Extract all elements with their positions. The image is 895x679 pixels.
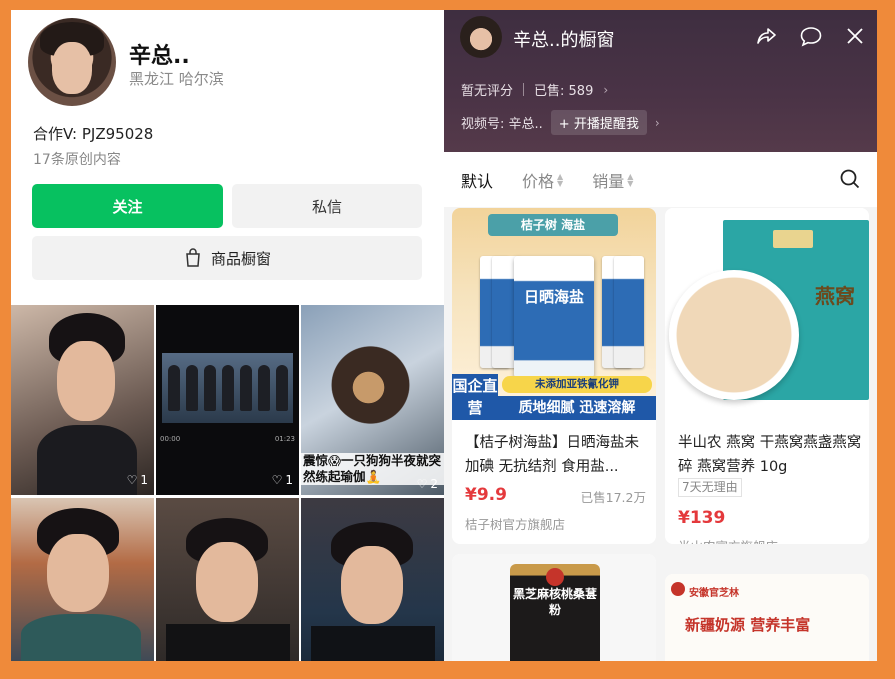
product-card[interactable]: 黑芝麻核桃桑葚粉 [452, 554, 656, 661]
comment-icon[interactable] [799, 24, 823, 48]
video-account: 视频号: 辛总.. [461, 117, 543, 132]
product-title: 半山农 燕窝 干燕窝燕盏燕窝碎 燕窝营养 10g [678, 435, 862, 475]
plus-icon: + [558, 117, 570, 132]
profile-name: 辛总.. [129, 44, 190, 69]
product-image: 桔子树 海盐 日晒海盐 国企直营 未添加亚铁氰化钾 质地细腻 迅速溶解 [452, 208, 656, 420]
product-store: 桔子树官方旗舰店 [465, 517, 566, 532]
heart-icon: ♡ [126, 473, 138, 487]
video-progress: 00:00 01:23 [160, 435, 295, 443]
shop-window-label: 商品橱窗 [210, 249, 271, 268]
heart-icon: ♡ [416, 477, 428, 491]
shop-window-button[interactable]: 商品橱窗 [32, 236, 422, 280]
product-image: 安徽官芝林 新疆奶源 营养丰富 [665, 574, 869, 661]
like-count: ♡ 2 [416, 477, 438, 491]
original-count: 17条原创内容 [33, 152, 121, 168]
shop-stats: 暂无评分 已售: 589 › [461, 80, 609, 100]
chevron-right-icon: › [654, 115, 660, 130]
product-card[interactable]: 桔子树 海盐 日晒海盐 国企直营 未添加亚铁氰化钾 质地细腻 迅速溶解 【桔子树… [452, 208, 656, 544]
tab-price[interactable]: 价格 ▲ ▼ [522, 168, 563, 192]
product-tag: 7天无理由 [678, 478, 742, 497]
video-thumbnail[interactable] [11, 498, 154, 661]
sort-tabs: 默认 价格 ▲ ▼ 销量 ▲ ▼ [444, 152, 877, 207]
product-price: ¥9.9 [465, 485, 507, 505]
shop-avatar[interactable] [460, 16, 502, 58]
avatar[interactable] [28, 18, 116, 106]
chevron-right-icon: › [603, 82, 609, 97]
product-card[interactable]: 安徽官芝林 新疆奶源 营养丰富 [665, 574, 869, 661]
message-button[interactable]: 私信 [232, 184, 422, 228]
product-sold: 已售17.2万 [580, 490, 646, 505]
sort-arrows-icon: ▲ ▼ [627, 171, 634, 188]
profile-panel: 辛总.. 黑龙江 哈尔滨 合作V: PJZ95028 17条原创内容 关注 私信… [11, 10, 444, 661]
product-price: ¥139 [678, 508, 726, 528]
search-icon[interactable] [839, 168, 861, 190]
shop-title: 辛总..的橱窗 [513, 30, 615, 51]
tab-sales[interactable]: 销量 ▲ ▼ [592, 168, 633, 192]
profile-location: 黑龙江 哈尔滨 [129, 70, 224, 88]
live-remind-button[interactable]: + 开播提醒我 [550, 110, 647, 135]
shop-rating: 暂无评分 [461, 84, 514, 99]
shop-sold[interactable]: 已售: 589 [534, 80, 593, 99]
partner-id: 合作V: PJZ95028 [33, 125, 154, 143]
video-grid: ♡ 1 00:00 01:23 ♡ 1 震惊😱一只狗狗半夜就突然练起瑜伽🧘 ♡ 2 [11, 305, 444, 661]
video-account-row: 视频号: 辛总.. + 开播提醒我 › [461, 110, 660, 135]
product-card[interactable]: 燕窝 半山农 燕窝 干燕窝燕盏燕窝碎 燕窝营养 10g 7天无理由 ¥139 半… [665, 208, 869, 544]
shop-header: 辛总..的橱窗 暂无评分 已售: 589 › 视频号: 辛总.. + 开播提醒我… [444, 10, 877, 152]
product-image: 燕窝 [665, 208, 869, 420]
video-thumbnail[interactable] [301, 498, 444, 661]
heart-icon: ♡ [271, 473, 283, 487]
like-count: ♡ 1 [126, 473, 148, 487]
video-thumbnail[interactable]: 00:00 01:23 ♡ 1 [156, 305, 299, 495]
like-count: ♡ 1 [271, 473, 293, 487]
video-thumbnail[interactable]: ♡ 1 [11, 305, 154, 495]
close-icon[interactable] [843, 24, 867, 48]
tab-default[interactable]: 默认 [461, 168, 493, 192]
video-thumbnail[interactable]: 震惊😱一只狗狗半夜就突然练起瑜伽🧘 ♡ 2 [301, 305, 444, 495]
shopping-bag-icon [186, 248, 200, 267]
shop-window-panel: 辛总..的橱窗 暂无评分 已售: 589 › 视频号: 辛总.. + 开播提醒我… [444, 10, 877, 661]
follow-button[interactable]: 关注 [32, 184, 223, 228]
sort-arrows-icon: ▲ ▼ [557, 171, 564, 188]
screenshot-frame: 辛总.. 黑龙江 哈尔滨 合作V: PJZ95028 17条原创内容 关注 私信… [0, 0, 895, 679]
screenshot-canvas: 辛总.. 黑龙江 哈尔滨 合作V: PJZ95028 17条原创内容 关注 私信… [11, 10, 877, 661]
product-image: 黑芝麻核桃桑葚粉 [452, 554, 656, 661]
share-icon[interactable] [755, 24, 779, 48]
product-title: 【桔子树海盐】日晒海盐未加碘 无抗结剂 食用盐... [465, 435, 639, 475]
video-thumbnail[interactable] [156, 498, 299, 661]
product-store: 半山农官方旗舰店 [678, 536, 778, 544]
